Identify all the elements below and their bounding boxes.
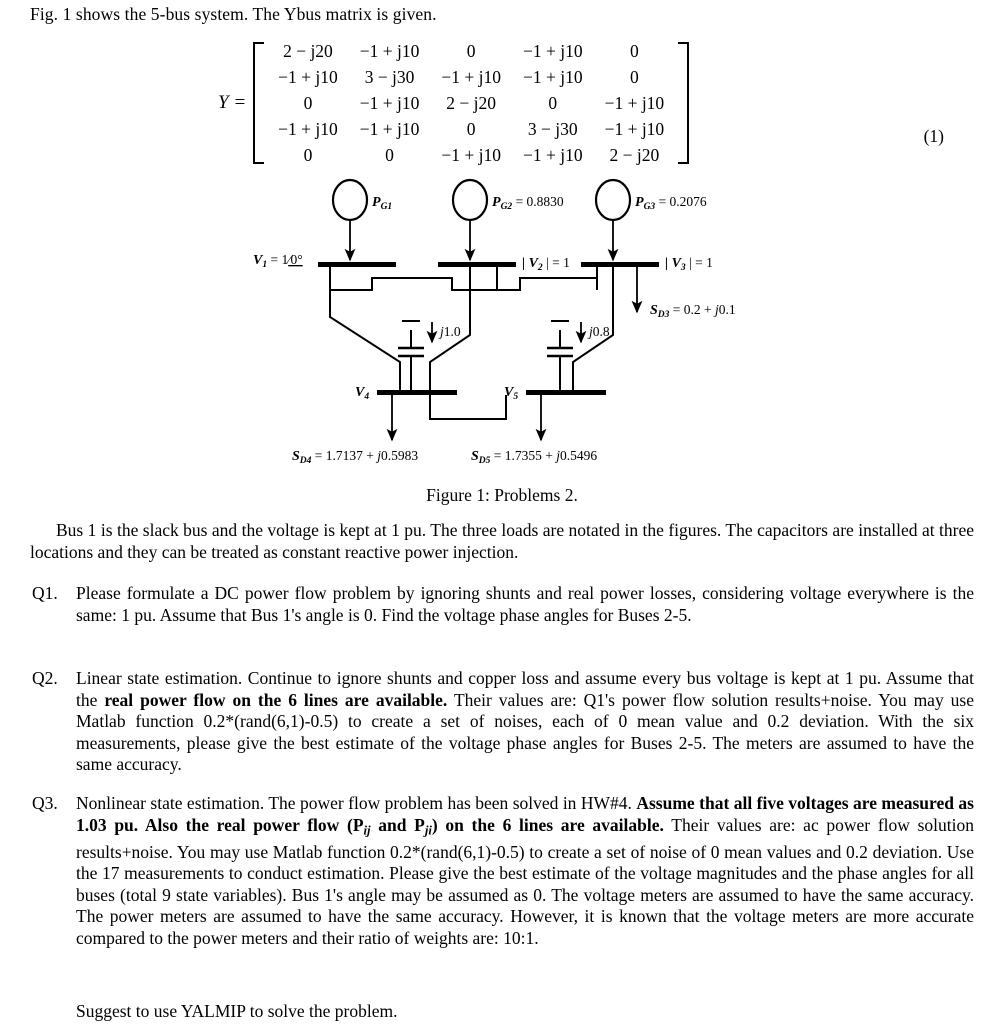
figure-caption: Figure 1: Problems 2. [426, 485, 578, 505]
matrix-cell: 0 [548, 92, 558, 113]
matrix-cell: 2 − j20 [446, 92, 497, 113]
q3-sub-ij: ij [363, 823, 371, 838]
line-bus4-bus5 [429, 395, 507, 420]
matrix-cell: 0 [466, 40, 476, 61]
matrix-row: 2 − j20 −1 + j10 0 −1 + j10 0 [267, 38, 675, 64]
matrix-cell: −1 + j10 [604, 118, 665, 139]
bus-2-bar [438, 262, 516, 267]
line-bus1-bus4 [329, 267, 401, 394]
matrix-cell: −1 + j10 [359, 92, 420, 113]
matrix-cell: 0 [385, 144, 394, 165]
matrix-cell: −1 + j10 [441, 66, 501, 87]
matrix-cell: 0 [630, 66, 639, 87]
matrix-cell: −1 + j10 [441, 144, 501, 165]
matrix-cell: −1 + j10 [522, 144, 583, 165]
matrix-row: 0 0 −1 + j10 −1 + j10 2 − j20 [267, 142, 675, 168]
line-bus1-bus2 [329, 267, 498, 291]
matrix-cell: 0 [466, 118, 476, 139]
matrix-row: −1 + j10 −1 + j10 0 3 − j30 −1 + j10 [267, 116, 675, 142]
q3-sub-ji: ji [424, 823, 432, 838]
document-page: Fig. 1 shows the 5-bus system. The Ybus … [0, 0, 1004, 1024]
question-q1: Q1. Please formulate a DC power flow pro… [32, 583, 974, 626]
bus-4-label: V4 [355, 385, 369, 402]
bus-4-bar [377, 390, 457, 395]
matrix-row: −1 + j10 3 − j30 −1 + j10 −1 + j10 0 [267, 64, 675, 90]
q3-bold-end: ) on the 6 lines are available. [431, 814, 664, 835]
equation-lhs: Y = [218, 92, 247, 113]
bus-1-label: V1 = 1⁄0° [253, 252, 303, 270]
question-q2: Q2. Linear state estimation. Continue to… [32, 668, 974, 776]
capacitor-4-label: j1.0 [438, 324, 461, 339]
matrix-cell: −1 + j10 [278, 118, 338, 139]
matrix-cell: −1 + j10 [522, 66, 583, 87]
q3-label: Q3. [32, 793, 58, 813]
matrix-cell: −1 + j10 [359, 118, 420, 139]
q3-bold-mid: and P [370, 814, 425, 835]
q2-label: Q2. [32, 668, 58, 688]
q2-text: Linear state estimation. Continue to ign… [76, 668, 974, 776]
q3-text: Nonlinear state estimation. The power fl… [76, 793, 974, 950]
generator-2-symbol [451, 178, 489, 222]
bus-5-bar [526, 390, 606, 395]
matrix-cell: −1 + j10 [359, 40, 420, 61]
generator-3-symbol [594, 178, 632, 222]
q1-text: Please formulate a DC power flow problem… [76, 583, 974, 625]
closing-line: Suggest to use YALMIP to solve the probl… [76, 1001, 398, 1021]
ybus-equation: Y = 2 − j20 −1 + j10 0 −1 + j10 0 −1 + j… [0, 38, 1004, 168]
question-q3: Q3. Nonlinear state estimation. The powe… [32, 793, 974, 950]
matrix-cell: −1 + j10 [522, 40, 583, 61]
intro-sentence: Fig. 1 shows the 5-bus system. The Ybus … [30, 4, 437, 24]
bus-3-bar [581, 262, 659, 267]
five-bus-diagram: PG1 PG2 = 0.8830 PG3 = 0.2076 V1 = 1⁄0° … [0, 172, 1004, 480]
q3-part-1: Nonlinear state estimation. The power fl… [76, 793, 637, 813]
equation-number: (1) [923, 126, 944, 146]
intro-paragraph: Bus 1 is the slack bus and the voltage i… [30, 520, 974, 562]
load-3-label: SD3 = 0.2 + j0.1 [650, 302, 736, 320]
line-bus2-bus3 [496, 267, 598, 291]
matrix-cell: 3 − j30 [527, 118, 578, 139]
matrix-row: 0 −1 + j10 2 − j20 0 −1 + j10 [267, 90, 675, 116]
bus-3-label: | V3 | = 1 [665, 255, 713, 273]
diagram-svg: PG1 PG2 = 0.8830 PG3 = 0.2076 V1 = 1⁄0° … [253, 178, 736, 466]
matrix-cell: 0 [630, 40, 639, 61]
q2-bold: real power flow on the 6 lines are avail… [104, 689, 448, 710]
matrix-cell: −1 + j10 [604, 92, 665, 113]
matrix-cell: 0 [303, 144, 313, 165]
bus-2-label: | V2 | = 1 [522, 255, 570, 273]
matrix-bracket-right [678, 42, 690, 164]
load-5-label: SD5 = 1.7355 + j0.5496 [471, 448, 597, 466]
matrix-cell: 0 [303, 92, 313, 113]
ybus-matrix: 2 − j20 −1 + j10 0 −1 + j10 0 −1 + j10 3… [267, 38, 675, 168]
load-4-label: SD4 = 1.7137 + j0.5983 [292, 448, 418, 466]
bus-1-bar [318, 262, 396, 267]
matrix-cell: 3 − j30 [364, 66, 415, 87]
matrix-cell: 2 − j20 [609, 144, 660, 165]
matrix-cell: −1 + j10 [278, 66, 338, 87]
generator-1-label: PG1 [372, 195, 392, 212]
matrix-cell: 2 − j20 [283, 40, 333, 61]
generator-1-symbol [331, 178, 369, 222]
capacitor-5-label: j0.8 [587, 324, 610, 339]
generator-3-label: PG3 = 0.2076 [635, 194, 707, 212]
matrix-bracket-left [253, 42, 265, 164]
q1-label: Q1. [32, 583, 58, 603]
generator-2-label: PG2 = 0.8830 [492, 194, 564, 212]
